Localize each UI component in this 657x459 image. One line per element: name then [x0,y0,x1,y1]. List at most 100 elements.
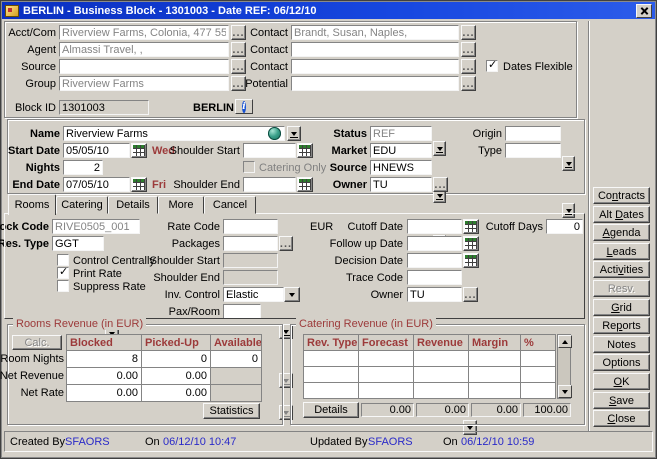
shoulder-end-calendar-button[interactable] [297,177,313,192]
ellipsis-icon: ... [232,81,244,87]
contracts-button[interactable]: Contracts [593,187,650,204]
contact3-lov-button[interactable]: ... [461,59,476,74]
block-source-label: Source [330,162,367,175]
catering-cell [414,367,468,382]
net-revenue-blocked-cell[interactable]: 0.00 [67,368,141,384]
updated-by-label: Updated By [310,436,367,449]
shoulder-start-input[interactable] [243,143,296,158]
net-rate-picked-up-cell[interactable]: 0.00 [142,385,210,401]
acct-com-input[interactable] [59,25,229,40]
market-label: Market [332,145,367,158]
shoulder-end-input[interactable] [243,177,296,192]
group-lov-button[interactable]: ... [231,76,246,91]
block-owner-lov-button[interactable]: ... [433,177,448,192]
catering-cell [304,367,358,382]
end-date-input[interactable] [63,177,130,192]
tab-rooms[interactable]: Rooms [8,194,56,215]
close-button[interactable]: Close [593,410,650,427]
ellipsis-icon: ... [434,182,446,188]
acct-com-lov-button[interactable]: ... [231,25,246,40]
catering-cell [521,367,555,382]
options-button[interactable]: Options [593,354,650,371]
name-list-button[interactable] [287,126,301,141]
ellipsis-icon: ... [232,30,244,36]
status-input[interactable] [370,126,432,141]
notes-button[interactable]: Notes [593,336,650,353]
column-header-picked-up: Picked-Up [142,335,210,350]
tab-more[interactable]: More [158,196,204,214]
source-label: Source [21,61,56,74]
dates-flexible-label: Dates Flexible [503,61,573,74]
start-date-input[interactable] [63,143,130,158]
agent-label: Agent [27,44,56,57]
origin-input[interactable] [505,126,561,141]
ellipsis-icon: ... [462,81,474,87]
group-input[interactable] [59,76,229,91]
reports-button[interactable]: Reports [593,317,650,334]
catering-only-checkbox [243,161,255,173]
column-header-available: Available [211,335,261,350]
scroll-up-button[interactable] [558,335,572,348]
statistics-button[interactable]: Statistics [203,403,260,419]
end-date-calendar-button[interactable] [131,177,147,192]
contact2-input[interactable] [291,42,459,57]
contact3-input[interactable] [291,59,459,74]
contact2-lov-button[interactable]: ... [461,42,476,57]
source-input[interactable] [59,59,229,74]
potential-input[interactable] [291,76,459,91]
percent-total: 100.00 [523,403,571,417]
agent-lov-button[interactable]: ... [231,42,246,57]
room-nights-available-cell: 0 [211,351,261,367]
net-rate-blocked-cell[interactable]: 0.00 [67,385,141,401]
tab-details[interactable]: Details [108,196,158,214]
start-date-calendar-button[interactable] [131,143,147,158]
shoulder-start-calendar-button[interactable] [297,143,313,158]
status-lov-button[interactable] [433,141,446,156]
room-nights-blocked-cell[interactable]: 8 [67,351,141,367]
leads-button[interactable]: Leads [593,243,650,260]
business-block-window: BERLIN - Business Block - 1301003 - Date… [0,0,657,459]
catering-cell [304,383,358,398]
contact1-lov-button[interactable]: ... [461,25,476,40]
grid-button[interactable]: Grid [593,299,650,316]
activities-button[interactable]: Activities [593,261,650,278]
name-input[interactable] [63,126,285,141]
market-input[interactable] [370,143,432,158]
type-input[interactable] [505,143,561,158]
agent-input[interactable] [59,42,229,57]
window-close-button[interactable] [636,4,652,18]
block-owner-label: Owner [333,179,367,192]
catering-cell [359,367,413,382]
contact1-input[interactable] [291,25,459,40]
type-label: Type [478,145,502,158]
source-lov-button[interactable]: ... [231,59,246,74]
save-button[interactable]: Save [593,392,650,409]
alt-dates-button[interactable]: Alt Dates [593,206,650,223]
tab-catering[interactable]: Catering [56,196,108,214]
tab-cancel[interactable]: Cancel [204,196,256,214]
block-owner-input[interactable] [370,177,432,192]
scroll-down-button[interactable] [558,385,572,398]
block-source-input[interactable] [370,160,432,175]
ellipsis-icon: ... [462,64,474,70]
info-icon: i [242,101,246,113]
rooms-revenue-title: Rooms Revenue (in EUR) [13,318,146,330]
agenda-button[interactable]: Agenda [593,224,650,241]
nights-input[interactable] [63,160,103,175]
catering-table-scrollbar[interactable] [557,334,571,399]
column-header-blocked: Blocked [67,335,141,350]
catering-cell [304,351,358,366]
origin-lov-button[interactable] [562,156,575,171]
property-info-button[interactable]: i [235,99,253,114]
potential-lov-button[interactable]: ... [461,76,476,91]
shoulder-start-label: Shoulder Start [170,145,240,158]
details-button[interactable]: Details [303,402,359,418]
ok-button[interactable]: OK [593,373,650,390]
nights-label: Nights [26,162,60,175]
end-date-label: End Date [12,179,60,192]
net-revenue-picked-up-cell[interactable]: 0.00 [142,368,210,384]
dates-flexible-checkbox[interactable] [486,60,498,72]
room-nights-row-label: Room Nights [0,353,64,366]
catering-cell [521,383,555,398]
room-nights-picked-up-cell[interactable]: 0 [142,351,210,367]
